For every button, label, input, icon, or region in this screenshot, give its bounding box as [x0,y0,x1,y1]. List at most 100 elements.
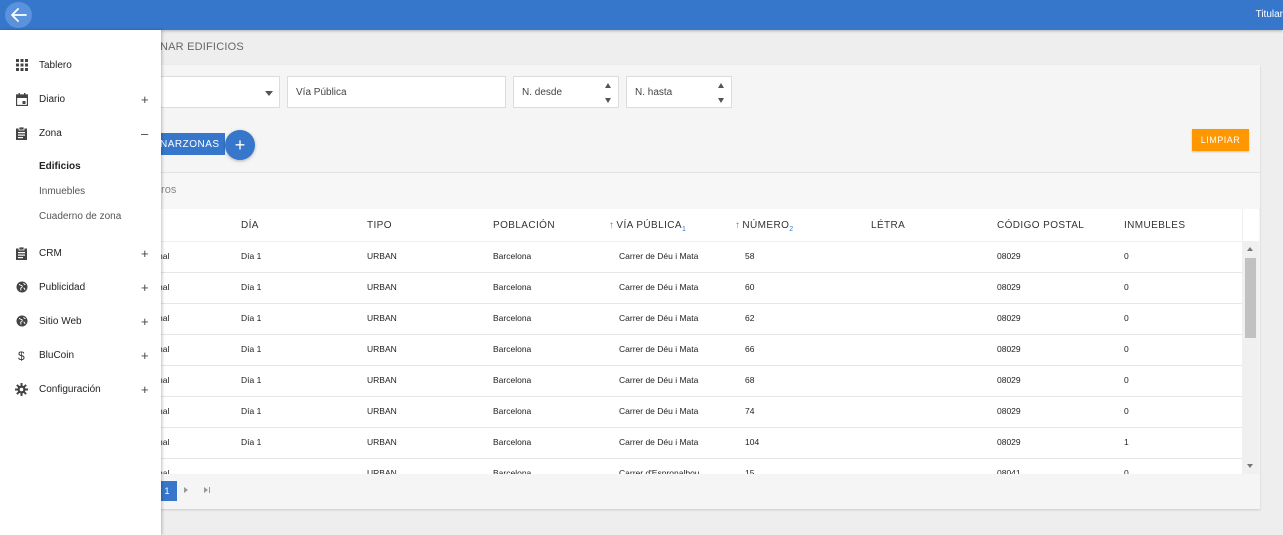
collapse-icon[interactable]: – [141,127,148,140]
table-scrollbar[interactable] [1242,241,1259,474]
table-cell-poblacion: Barcelona [493,375,532,385]
sidebar-item-publicidad[interactable]: Publicidad + [0,274,161,300]
table-cell-numero: 104 [745,437,760,447]
account-label[interactable]: Titular [1256,9,1283,20]
plus-icon: + [234,135,246,155]
column-header-codigo-postal[interactable]: CÓDIGO POSTAL [997,220,1084,231]
via-publica-placeholder: Vía Pública [296,86,347,98]
table-cell-dia: Día 1 [241,344,262,354]
sidebar-item-label: Diario [39,93,66,105]
column-header-tipo[interactable]: TIPO [367,220,392,231]
table-row[interactable]: nal Día 1 URBAN Barcelona Carrer de Déu i Ma… [150,272,1242,304]
table-cell-poblacion: Barcelona [493,437,532,447]
sidebar-subitem-edificios[interactable]: Edificios [39,161,81,172]
stepper-icon[interactable] [717,83,725,103]
table-cell-numero: 66 [745,344,755,354]
table-row[interactable]: nal Día 1 URBAN Barcelona Carrer de Déu i Ma… [150,396,1242,428]
sort-order-badge: 2 [789,226,794,233]
table-cell-tipo: URBAN [367,344,397,354]
table-cell-cp: 08029 [997,313,1021,323]
column-header-inmuebles[interactable]: INMUEBLES [1124,220,1185,231]
via-publica-input[interactable]: Vía Pública [287,76,506,108]
table-cell-tipo: URBAN [367,282,397,292]
table-cell-inmuebles: 0 [1124,468,1129,474]
scrollbar-thumb[interactable] [1245,258,1256,338]
gear-icon [15,382,28,396]
table-cell-cp: 08029 [997,406,1021,416]
table-cell-poblacion: Barcelona [493,406,532,416]
column-header-poblacion[interactable]: POBLACIÓN [493,220,555,231]
sidebar-subitem-cuaderno-de-zona[interactable]: Cuaderno de zona [39,211,121,222]
table-cell-poblacion: Barcelona [493,313,532,323]
expand-icon[interactable]: + [141,93,149,106]
column-header-dia[interactable]: DÍA [241,220,259,231]
sidebar-item-label: Zona [39,127,62,139]
n-hasta-input[interactable]: N. hasta [626,76,732,108]
filters-bar[interactable]: tros [150,172,1260,210]
table-cell-inmuebles: 0 [1124,375,1129,385]
zone-select[interactable] [150,76,280,108]
sidebar-item-label: Tablero [39,59,72,71]
table-row[interactable]: nal Día 1 URBAN Barcelona Carrer de Déu i Ma… [150,427,1242,459]
sidebar-item-zona[interactable]: Zona – [0,120,161,146]
sidebar-item-crm[interactable]: CRM + [0,240,161,266]
next-page-icon[interactable] [184,487,188,493]
table-cell-dia: Día 1 [241,251,262,261]
column-header-numero-label: NÚMERO [742,220,790,231]
clipboard-icon [15,246,28,260]
table-cell-cp: 08029 [997,375,1021,385]
sidebar-item-label: BluCoin [39,349,75,361]
column-header-via-publica[interactable]: ↑ VÍA PÚBLICA1 [609,220,686,233]
pagination: 1 [150,478,1260,506]
table-cell-cp: 08029 [997,282,1021,292]
table-row[interactable]: nal Día 1 URBAN Barcelona Carrer de Déu i Ma… [150,365,1242,397]
table-row[interactable]: nal URBAN Barcelona Carrer d'Espronalbou 15 0… [150,458,1242,474]
zones-button[interactable]: NARZONAS [150,133,225,155]
dollar-icon: $ [15,349,28,362]
sidebar-item-blucoin[interactable]: $ BluCoin + [0,342,161,368]
table-row[interactable]: nal Día 1 URBAN Barcelona Carrer de Déu i Ma… [150,303,1242,335]
sidebar-subitem-inmuebles[interactable]: Inmuebles [39,186,85,197]
sort-arrow-up-icon: ↑ [609,220,615,231]
globe-icon [15,281,28,294]
table-cell-cp: 08029 [997,251,1021,261]
limpiar-button[interactable]: LIMPIAR [1192,129,1249,151]
grid-icon [15,59,28,72]
sort-arrow-up-icon: ↑ [735,220,741,231]
table-cell-poblacion: Barcelona [493,251,532,261]
table-cell-tipo: URBAN [367,468,397,474]
table-cell-dia: Día 1 [241,282,262,292]
calendar-icon [15,92,28,106]
top-app-bar: Titular [0,0,1283,30]
n-desde-input[interactable]: N. desde [513,76,619,108]
column-header-numero[interactable]: ↑ NÚMERO2 [735,220,794,233]
table-cell-tipo: URBAN [367,375,397,385]
sidebar-item-configuraci-n[interactable]: Configuración + [0,376,161,402]
sidebar-item-diario[interactable]: Diario + [0,86,161,112]
last-page-icon[interactable] [204,487,210,493]
table-cell-poblacion: Barcelona [493,468,532,474]
column-header-letra[interactable]: LÉTRA [871,220,905,231]
table-row[interactable]: nal Día 1 URBAN Barcelona Carrer de Déu i Ma… [150,334,1242,366]
stepper-icon[interactable] [604,83,612,103]
table-header-corner [1242,209,1259,241]
table-cell-via: Carrer de Déu i Mata [619,344,699,354]
scroll-up-icon[interactable] [1247,247,1253,251]
table-row[interactable]: nal Día 1 URBAN Barcelona Carrer de Déu i Ma… [150,241,1242,273]
table-cell-numero: 58 [745,251,755,261]
table-cell-inmuebles: 0 [1124,344,1129,354]
table-cell-via: Carrer de Déu i Mata [619,251,699,261]
sidebar-item-label: CRM [39,247,62,259]
back-button[interactable] [5,2,32,28]
table-cell-numero: 15 [745,468,755,474]
sidebar-item-sitio-web[interactable]: Sitio Web + [0,308,161,334]
expand-icon[interactable]: + [141,315,149,328]
expand-icon[interactable]: + [141,349,149,362]
expand-icon[interactable]: + [141,383,149,396]
table-cell-inmuebles: 0 [1124,251,1129,261]
add-button[interactable]: + [225,130,255,160]
scroll-down-icon[interactable] [1247,464,1253,468]
expand-icon[interactable]: + [141,247,149,260]
expand-icon[interactable]: + [141,281,149,294]
sidebar-item-tablero[interactable]: Tablero [0,52,161,78]
